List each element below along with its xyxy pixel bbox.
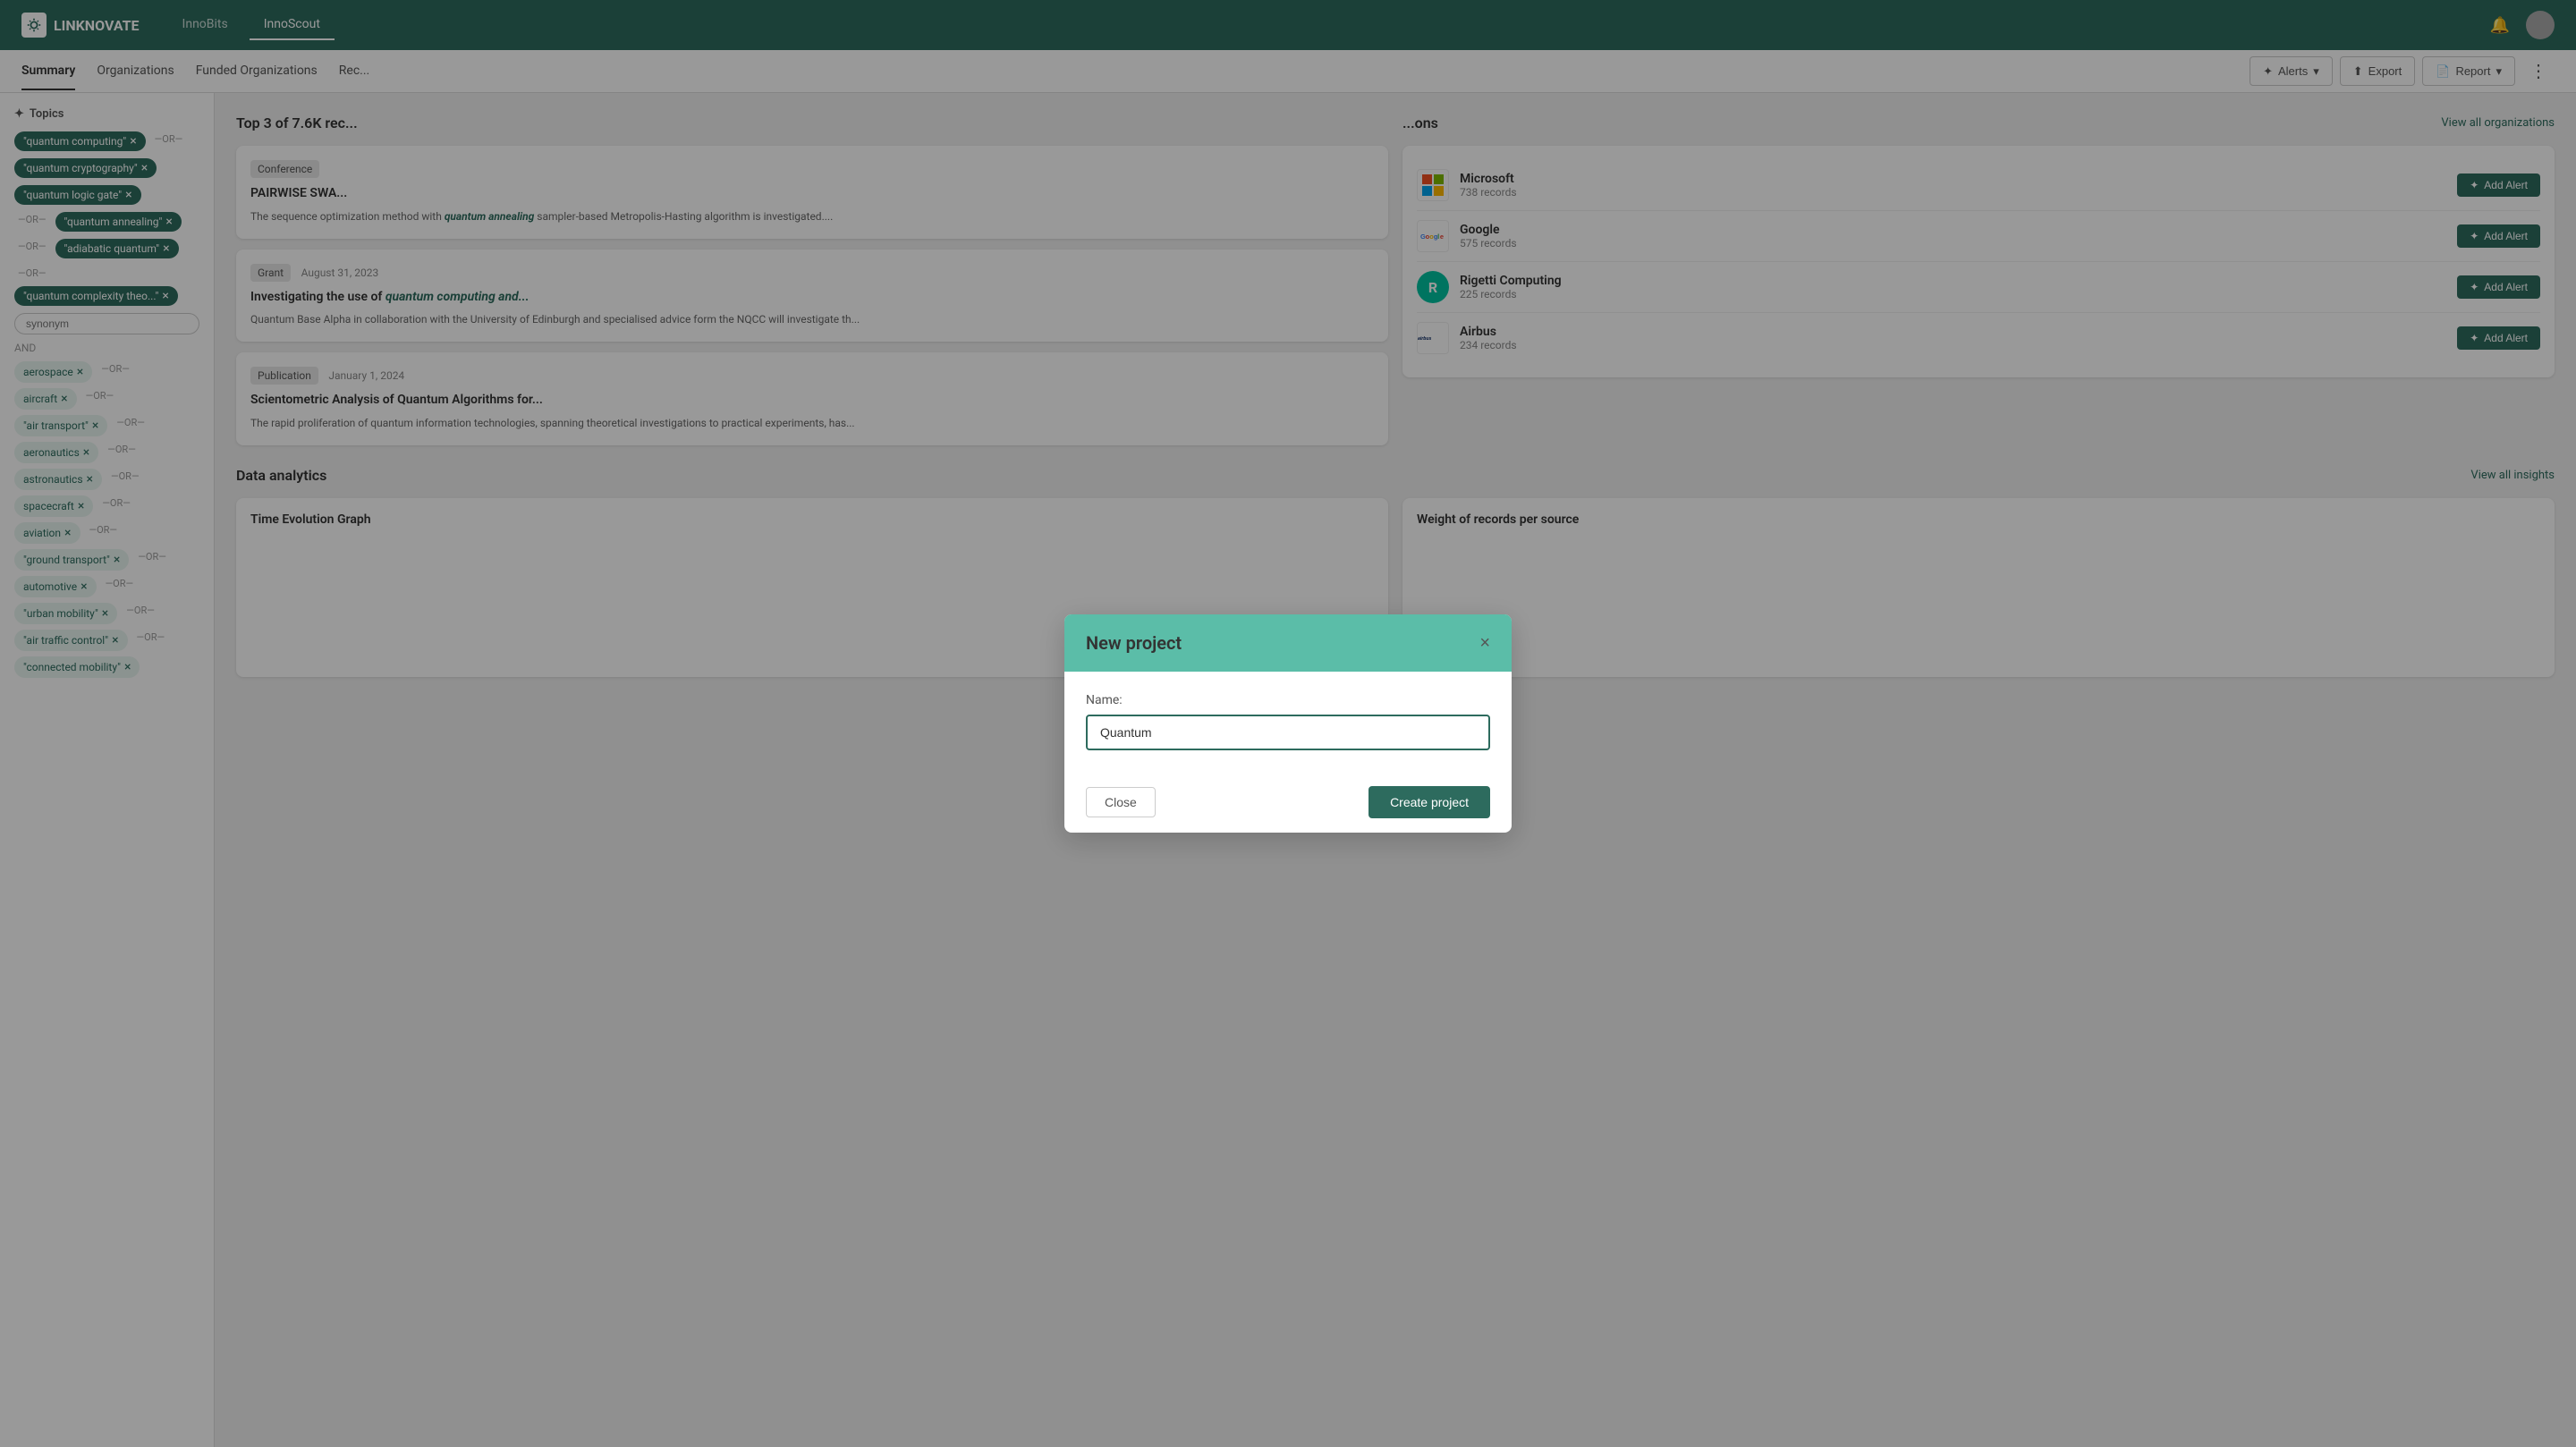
modal-create-btn[interactable]: Create project [1368,786,1490,818]
modal-close-button[interactable]: × [1479,634,1490,652]
modal-name-label: Name: [1086,693,1490,707]
modal-title: New project [1086,632,1182,654]
modal-close-btn[interactable]: Close [1086,787,1156,817]
modal-footer: Close Create project [1064,772,1512,833]
modal-header: New project × [1064,614,1512,672]
new-project-modal: New project × Name: Close Create project [1064,614,1512,833]
modal-body: Name: [1064,672,1512,772]
modal-overlay[interactable]: New project × Name: Close Create project [0,0,2576,1447]
modal-name-input[interactable] [1086,715,1490,750]
